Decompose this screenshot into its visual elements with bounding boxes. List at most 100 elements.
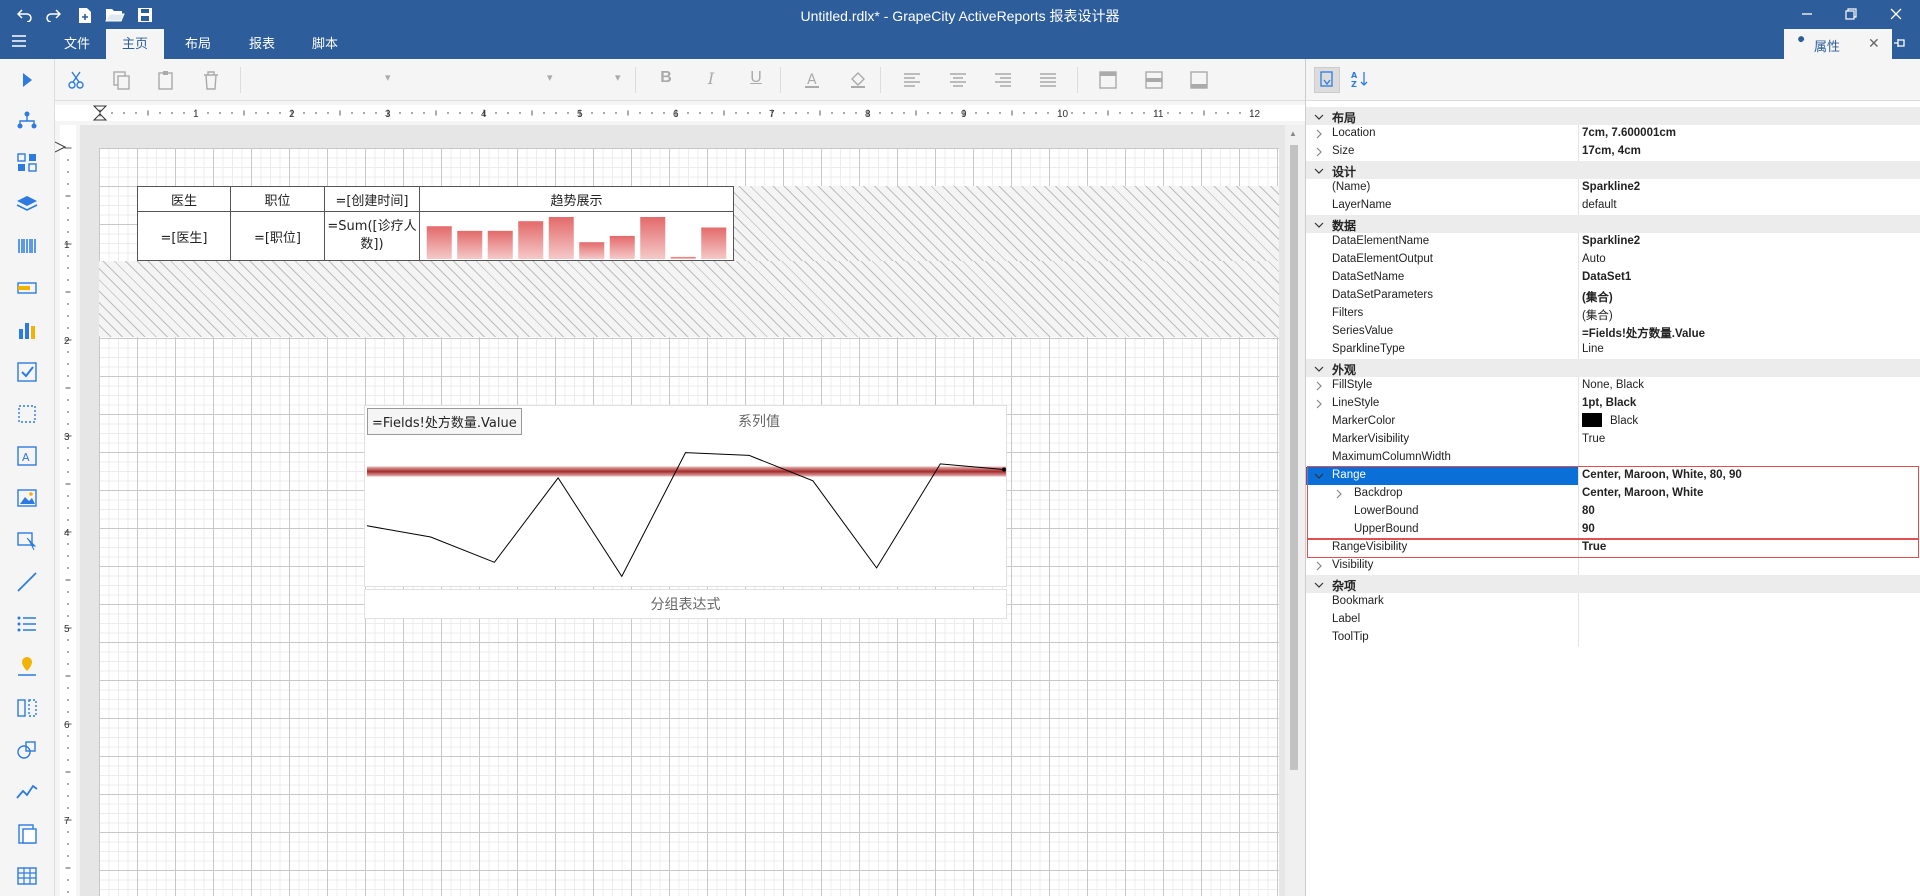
property-row[interactable]: Visibility xyxy=(1306,557,1920,575)
preview-play-icon[interactable] xyxy=(14,67,40,93)
tab-file[interactable]: 文件 xyxy=(52,29,102,59)
sparkline-icon[interactable] xyxy=(14,779,40,805)
property-row[interactable]: LineStyle 1pt, Black xyxy=(1306,395,1920,413)
property-value[interactable]: Sparkline2 xyxy=(1582,181,1640,193)
expand-chevron-icon[interactable] xyxy=(1314,399,1324,409)
property-category[interactable]: 杂项 xyxy=(1306,575,1920,593)
hamburger-menu-icon[interactable] xyxy=(12,35,34,53)
subreport-icon[interactable] xyxy=(14,821,40,847)
expand-chevron-icon[interactable] xyxy=(1314,561,1324,571)
collapse-chevron-icon[interactable] xyxy=(1314,165,1324,175)
report-body[interactable]: 医生 职位 =[创建时间] 趋势展示 =[医生] =[职位] =Sum([诊疗人… xyxy=(99,148,1279,896)
sparkline-control[interactable]: =Fields!处方数量.Value 系列值 xyxy=(364,405,1007,587)
property-row[interactable]: DataElementName Sparkline2 xyxy=(1306,233,1920,251)
property-value[interactable]: None, Black xyxy=(1582,379,1644,391)
property-row[interactable]: SeriesValue =Fields!处方数量.Value xyxy=(1306,323,1920,341)
barcode-icon[interactable] xyxy=(14,233,40,259)
align-bottom-icon[interactable] xyxy=(1188,69,1210,91)
table-cell-doctor[interactable]: =[医生] xyxy=(137,211,231,261)
table-cell-sum[interactable]: =Sum([诊疗人数]) xyxy=(324,211,420,261)
expand-chevron-icon[interactable] xyxy=(1314,147,1324,157)
close-window-icon[interactable] xyxy=(1882,3,1910,25)
property-row[interactable]: Filters (集合) xyxy=(1306,305,1920,323)
list-icon[interactable] xyxy=(14,611,40,637)
tab-report[interactable]: 报表 xyxy=(236,29,288,59)
cut-icon[interactable] xyxy=(65,69,87,91)
vertical-scrollbar[interactable]: ▲ xyxy=(1285,125,1303,896)
property-row[interactable]: MarkerVisibility True xyxy=(1306,431,1920,449)
underline-icon[interactable]: U xyxy=(745,69,767,91)
property-row[interactable]: Label xyxy=(1306,611,1920,629)
container-icon[interactable] xyxy=(14,401,40,427)
table-icon[interactable] xyxy=(14,863,40,889)
report-explorer-icon[interactable] xyxy=(14,107,40,133)
property-row[interactable]: Backdrop Center, Maroon, White xyxy=(1306,485,1920,503)
shape-icon[interactable] xyxy=(14,737,40,763)
properties-panel-tab[interactable]: 属性 ✕ xyxy=(1784,29,1892,59)
font-size-dropdown[interactable]: ▾ xyxy=(547,71,553,84)
property-value[interactable]: Line xyxy=(1582,343,1604,355)
collapse-chevron-icon[interactable] xyxy=(1314,363,1324,373)
property-row[interactable]: Bookmark xyxy=(1306,593,1920,611)
property-value[interactable]: 17cm, 4cm xyxy=(1582,145,1641,157)
copy-icon[interactable] xyxy=(110,69,132,91)
property-value[interactable]: Black xyxy=(1582,413,1638,427)
table-header-doctor[interactable]: 医生 xyxy=(137,186,231,212)
property-value[interactable]: True xyxy=(1582,433,1605,445)
property-value[interactable]: Center, Maroon, White, 80, 90 xyxy=(1582,469,1742,481)
property-category[interactable]: 设计 xyxy=(1306,161,1920,179)
expand-chevron-icon[interactable] xyxy=(1314,129,1324,139)
delete-icon[interactable] xyxy=(200,69,222,91)
property-category[interactable]: 布局 xyxy=(1306,107,1920,125)
align-right-icon[interactable] xyxy=(992,69,1014,91)
bold-icon[interactable]: B xyxy=(655,69,677,91)
image-icon[interactable] xyxy=(14,485,40,511)
checkbox-icon[interactable] xyxy=(14,359,40,385)
property-value[interactable]: Center, Maroon, White xyxy=(1582,487,1703,499)
property-row[interactable]: DataSetName DataSet1 xyxy=(1306,269,1920,287)
property-category[interactable]: 外观 xyxy=(1306,359,1920,377)
scroll-up-icon[interactable]: ▲ xyxy=(1289,129,1297,138)
property-row[interactable]: (Name) Sparkline2 xyxy=(1306,179,1920,197)
chart-icon[interactable] xyxy=(14,317,40,343)
justify-icon[interactable] xyxy=(1037,69,1059,91)
property-row[interactable]: Size 17cm, 4cm xyxy=(1306,143,1920,161)
group-editor-icon[interactable] xyxy=(14,149,40,175)
paste-icon[interactable] xyxy=(155,69,177,91)
property-value[interactable]: Auto xyxy=(1582,253,1606,265)
property-row[interactable]: UpperBound 90 xyxy=(1306,521,1920,539)
scrollbar-thumb[interactable] xyxy=(1290,145,1298,770)
fill-color-icon[interactable] xyxy=(847,69,869,91)
property-value[interactable]: True xyxy=(1582,541,1606,553)
property-value[interactable]: 1pt, Black xyxy=(1582,397,1636,409)
font-family-dropdown[interactable]: ▾ xyxy=(385,71,391,84)
minimize-icon[interactable] xyxy=(1793,3,1821,25)
property-value[interactable]: default xyxy=(1582,199,1617,211)
group-expression-field[interactable]: 分组表达式 xyxy=(364,589,1007,619)
input-field-icon[interactable] xyxy=(14,527,40,553)
tab-layout[interactable]: 布局 xyxy=(172,29,224,59)
italic-icon[interactable]: I xyxy=(700,69,722,91)
property-category[interactable]: 数据 xyxy=(1306,215,1920,233)
overflow-placeholder-icon[interactable] xyxy=(14,695,40,721)
property-row[interactable]: ToolTip xyxy=(1306,629,1920,647)
line-icon[interactable] xyxy=(14,569,40,595)
property-value[interactable]: 7cm, 7.600001cm xyxy=(1582,127,1676,139)
font-color-icon[interactable]: A xyxy=(801,69,823,91)
table-header-created-time[interactable]: =[创建时间] xyxy=(324,186,420,212)
bullet-icon[interactable] xyxy=(14,275,40,301)
close-panel-icon[interactable]: ✕ xyxy=(1868,35,1880,52)
tab-home[interactable]: 主页 xyxy=(106,29,164,59)
property-value[interactable]: 80 xyxy=(1582,505,1595,517)
property-value[interactable]: 90 xyxy=(1582,523,1595,535)
tab-script[interactable]: 脚本 xyxy=(298,29,352,59)
alphabetical-sort-icon[interactable]: AZ xyxy=(1348,67,1374,93)
property-row[interactable]: LayerName default xyxy=(1306,197,1920,215)
collapse-chevron-icon[interactable] xyxy=(1314,471,1324,481)
style-dropdown[interactable]: ▾ xyxy=(615,71,621,84)
table-header-position[interactable]: 职位 xyxy=(230,186,325,212)
property-value[interactable]: (集合) xyxy=(1582,289,1613,305)
property-row[interactable]: MarkerColor Black xyxy=(1306,413,1920,431)
restore-icon[interactable] xyxy=(1837,3,1865,25)
align-middle-icon[interactable] xyxy=(1143,69,1165,91)
